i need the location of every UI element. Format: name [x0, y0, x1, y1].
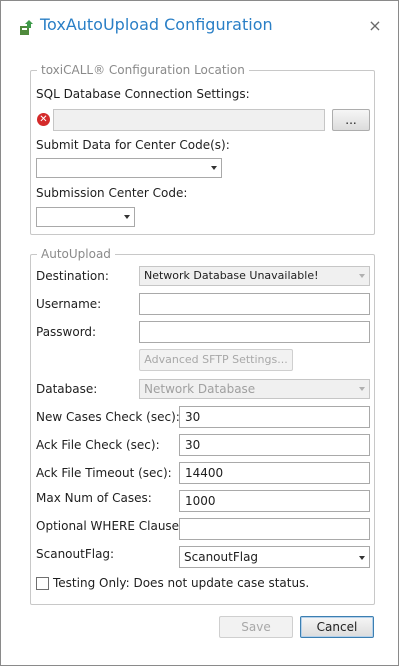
submission-center-label: Submission Center Code: — [36, 186, 188, 200]
chevron-down-icon — [359, 387, 365, 391]
password-label: Password: — [36, 325, 97, 339]
config-dialog: ToxAutoUpload Configuration × toxiCALL® … — [0, 0, 399, 666]
advanced-sftp-button[interactable]: Advanced SFTP Settings... — [139, 349, 293, 371]
chevron-down-icon — [211, 166, 217, 170]
new-cases-label: New Cases Check (sec): — [36, 410, 180, 424]
ack-file-check-field[interactable]: 30 — [179, 434, 370, 456]
max-cases-label: Max Num of Cases: — [36, 491, 152, 505]
destination-value: Network Database Unavailable! — [144, 269, 319, 282]
username-label: Username: — [36, 297, 102, 311]
destination-combo[interactable]: Network Database Unavailable! — [139, 266, 370, 286]
destination-label: Destination: — [36, 269, 109, 283]
close-icon[interactable]: × — [366, 17, 384, 35]
testing-only-label: Testing Only: Does not update case statu… — [53, 576, 310, 590]
password-field[interactable] — [139, 321, 370, 343]
scanout-flag-label: ScanoutFlag: — [36, 547, 115, 561]
new-cases-field[interactable]: 30 — [179, 406, 370, 428]
window-title: ToxAutoUpload Configuration — [40, 15, 273, 34]
sql-settings-label: SQL Database Connection Settings: — [36, 87, 250, 101]
submission-center-combo[interactable] — [36, 207, 135, 227]
config-location-legend: toxiCALL® Configuration Location — [41, 63, 245, 77]
chevron-down-icon — [359, 556, 365, 560]
where-clause-field[interactable] — [179, 518, 370, 540]
ack-file-timeout-field[interactable]: 14400 — [179, 462, 370, 484]
ack-file-check-label: Ack File Check (sec): — [36, 438, 160, 452]
app-icon — [20, 20, 33, 35]
chevron-down-icon — [124, 215, 130, 219]
database-label: Database: — [36, 382, 98, 396]
max-cases-field[interactable]: 1000 — [179, 490, 370, 512]
autoupload-legend: AutoUpload — [41, 247, 111, 261]
scanout-flag-value: ScanoutFlag — [184, 550, 259, 564]
database-value: Network Database — [144, 382, 256, 396]
browse-button[interactable]: ... — [332, 109, 370, 131]
scanout-flag-combo[interactable]: ScanoutFlag — [179, 546, 370, 568]
database-combo[interactable]: Network Database — [139, 379, 370, 399]
cancel-button[interactable]: Cancel — [300, 616, 374, 638]
title-bar: ToxAutoUpload Configuration × — [1, 1, 398, 53]
save-button[interactable]: Save — [219, 616, 293, 638]
chevron-down-icon — [359, 274, 365, 278]
testing-only-checkbox[interactable] — [36, 577, 49, 590]
sql-connection-field[interactable] — [53, 109, 325, 131]
where-clause-label: Optional WHERE Clause: — [36, 519, 184, 533]
ack-file-timeout-label: Ack File Timeout (sec): — [36, 466, 172, 480]
error-circle-icon: ✕ — [37, 113, 50, 126]
username-field[interactable] — [139, 293, 370, 315]
submit-center-label: Submit Data for Center Code(s): — [36, 138, 230, 152]
submit-center-combo[interactable] — [36, 158, 222, 178]
